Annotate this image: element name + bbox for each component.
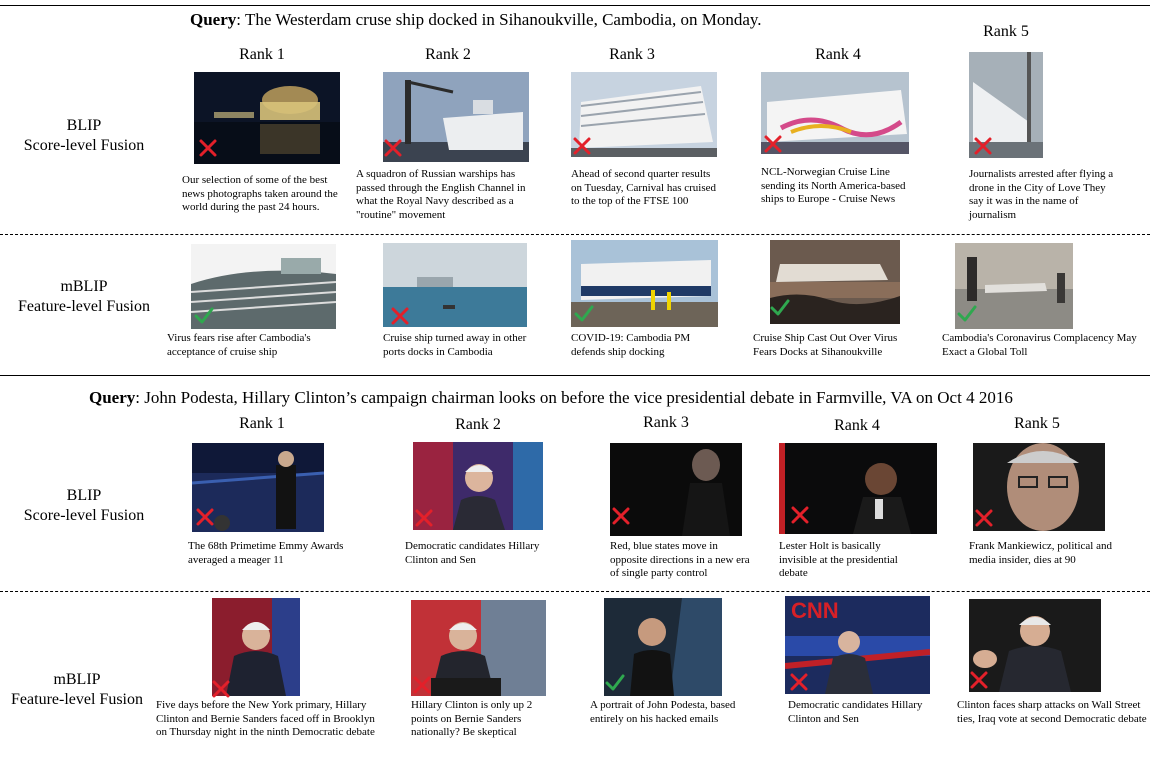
result-caption: Lester Holt is basically invisible at th… bbox=[779, 540, 898, 580]
query-divider bbox=[0, 375, 1150, 376]
result-caption: Ahead of second quarter results on Tuesd… bbox=[571, 168, 717, 208]
q2-rank-5: Rank 5 bbox=[1014, 415, 1060, 432]
result-image bbox=[761, 72, 909, 154]
check-icon bbox=[574, 304, 594, 324]
cross-icon bbox=[763, 134, 783, 154]
result-caption: NCL-Norwegian Cruise Line sending its No… bbox=[761, 166, 906, 206]
result-caption: Red, blue states move in opposite direct… bbox=[610, 540, 750, 580]
cross-icon bbox=[973, 136, 993, 156]
check-icon bbox=[770, 298, 790, 318]
q2-rank-2: Rank 2 bbox=[455, 416, 501, 433]
cnn-logo-text: CNN bbox=[791, 598, 839, 623]
result-caption: Virus fears rise after Cambodia's accept… bbox=[167, 332, 311, 358]
q2-row1-model: BLIP bbox=[66, 487, 102, 504]
result-caption: Five days before the New York primary, H… bbox=[156, 699, 375, 739]
q1-row1-method: BLIP Score-level Fusion bbox=[0, 116, 184, 156]
result-caption: COVID-19: Cambodia PM defends ship docki… bbox=[571, 332, 691, 358]
q1-rank-1: Rank 1 bbox=[239, 46, 285, 63]
cross-icon bbox=[974, 508, 994, 528]
cross-icon bbox=[412, 675, 432, 695]
q2-rank-1: Rank 1 bbox=[239, 415, 285, 432]
q1-row1-fusion: Score-level Fusion bbox=[23, 137, 145, 154]
top-rule bbox=[0, 5, 1150, 6]
cross-icon bbox=[414, 508, 434, 528]
cross-icon bbox=[572, 136, 592, 156]
q1-rank-3: Rank 3 bbox=[609, 46, 655, 63]
q1-rank-4: Rank 4 bbox=[815, 46, 861, 63]
check-icon bbox=[957, 304, 977, 324]
result-caption: The 68th Primetime Emmy Awards averaged … bbox=[188, 540, 344, 566]
q1-row2-model: mBLIP bbox=[60, 278, 108, 295]
cross-icon bbox=[969, 670, 989, 690]
q2-row2-fusion: Feature-level Fusion bbox=[11, 691, 143, 708]
q1-row1-model: BLIP bbox=[66, 117, 102, 134]
cross-icon bbox=[198, 138, 218, 158]
q1-rank-5: Rank 5 bbox=[983, 23, 1029, 40]
result-caption: Our selection of some of the best news p… bbox=[182, 174, 338, 214]
cross-icon bbox=[790, 505, 810, 525]
cross-icon bbox=[789, 672, 809, 692]
result-caption: Clinton faces sharp attacks on Wall Stre… bbox=[957, 699, 1147, 725]
result-caption: A squadron of Russian warships has passe… bbox=[356, 168, 526, 221]
q1-row2-method: mBLIP Feature-level Fusion bbox=[0, 277, 184, 317]
result-caption: Hillary Clinton is only up 2 points on B… bbox=[411, 699, 533, 739]
result-caption: Democratic candidates Hillary Clinton an… bbox=[788, 699, 923, 725]
cross-icon bbox=[211, 679, 231, 699]
q2-row1-fusion: Score-level Fusion bbox=[23, 507, 145, 524]
q2-row2-model: mBLIP bbox=[53, 671, 101, 688]
check-icon bbox=[605, 673, 625, 693]
q2-rank-3: Rank 3 bbox=[643, 414, 689, 431]
query-1-text: : The Westerdam cruse ship docked in Sih… bbox=[236, 10, 762, 29]
figure: Query: The Westerdam cruse ship docked i… bbox=[0, 0, 1150, 758]
result-caption: Cruise ship turned away in other ports d… bbox=[383, 332, 527, 358]
result-caption: Cruise Ship Cast Out Over Virus Fears Do… bbox=[753, 332, 898, 358]
q2-row1-method: BLIP Score-level Fusion bbox=[0, 486, 184, 526]
query-2-label: Query bbox=[89, 388, 136, 407]
result-caption: Frank Mankiewicz, political and media in… bbox=[969, 540, 1112, 566]
q2-row-divider bbox=[0, 591, 1150, 592]
query-2: Query: John Podesta, Hillary Clinton’s c… bbox=[89, 388, 1013, 408]
query-2-text: : John Podesta, Hillary Clinton’s campai… bbox=[135, 388, 1013, 407]
cross-icon bbox=[611, 506, 631, 526]
cross-icon bbox=[390, 306, 410, 326]
query-1-label: Query bbox=[190, 10, 237, 29]
q2-rank-4: Rank 4 bbox=[834, 417, 880, 434]
check-icon bbox=[194, 306, 214, 326]
result-image bbox=[383, 72, 529, 162]
q1-row2-fusion: Feature-level Fusion bbox=[18, 298, 150, 315]
q1-row-divider bbox=[0, 234, 1150, 235]
result-image bbox=[571, 72, 717, 157]
result-caption: A portrait of John Podesta, based entire… bbox=[590, 699, 736, 725]
q2-row2-method: mBLIP Feature-level Fusion bbox=[0, 670, 177, 710]
result-caption: Cambodia's Coronavirus Complacency May E… bbox=[942, 332, 1137, 358]
q1-rank-2: Rank 2 bbox=[425, 46, 471, 63]
query-1: Query: The Westerdam cruse ship docked i… bbox=[190, 10, 762, 30]
cross-icon bbox=[195, 507, 215, 527]
result-caption: Democratic candidates Hillary Clinton an… bbox=[405, 540, 540, 566]
result-caption: Journalists arrested after flying a dron… bbox=[969, 168, 1114, 221]
cross-icon bbox=[383, 138, 403, 158]
